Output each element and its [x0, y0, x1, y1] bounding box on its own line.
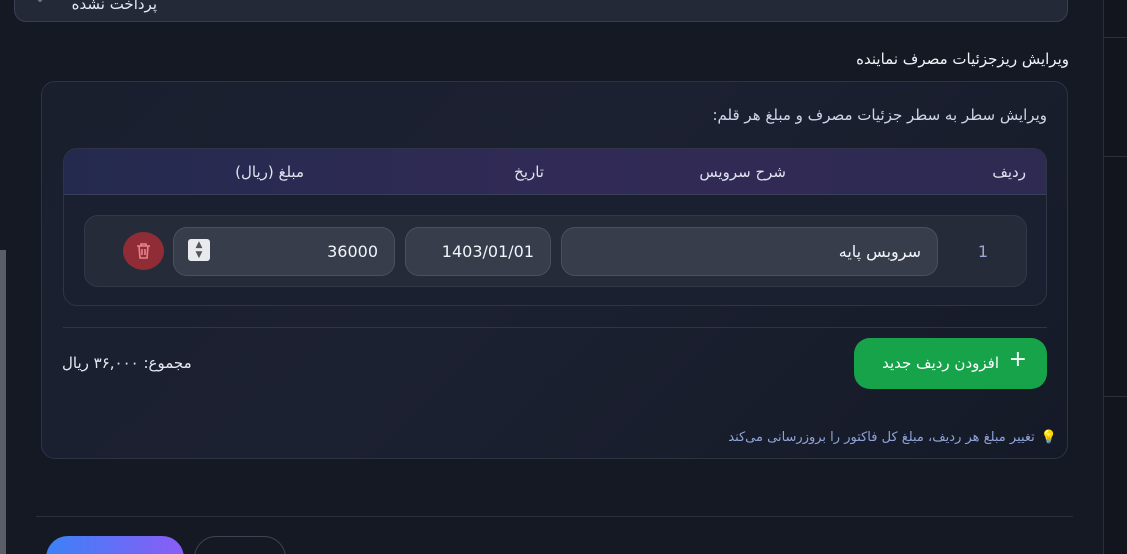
left-edge-strip [0, 250, 6, 554]
column-header-amount: مبلغ (ریال) [235, 163, 304, 181]
row-number: 1 [977, 242, 988, 261]
date-input[interactable] [405, 227, 551, 276]
right-divider [1103, 156, 1127, 157]
total-amount: مجموع: ۳۶,۰۰۰ ریال [62, 354, 192, 372]
section-title: ویرایش ریزجزئیات مصرف نماینده [856, 50, 1069, 68]
hint-label: تغییر مبلغ هر ردیف، مبلغ کل فاکتور را بر… [728, 430, 1035, 445]
status-select-value: پرداخت نشده [71, 0, 157, 13]
column-header-date: تاریخ [514, 163, 544, 181]
usage-details-panel: ویرایش سطر به سطر جزئیات مصرف و مبلغ هر … [41, 81, 1068, 459]
lightbulb-icon: 💡 [1040, 430, 1057, 445]
service-description-input[interactable] [561, 227, 938, 276]
table-row: 1 ▲▼ [84, 215, 1027, 287]
right-divider [1103, 396, 1127, 397]
status-select[interactable]: پرداخت نشده ⌄ [14, 0, 1068, 22]
footer-divider [36, 516, 1073, 517]
details-table: ردیف شرح سرویس تاریخ مبلغ (ریال) 1 ▲▼ [63, 148, 1047, 306]
cancel-button[interactable] [194, 536, 286, 554]
amount-stepper[interactable]: ▲ ▼ [188, 239, 210, 261]
column-header-row: ردیف [992, 163, 1026, 181]
add-row-button[interactable]: + افزودن ردیف جدید [854, 338, 1047, 389]
column-header-service: شرح سرویس [699, 163, 786, 181]
save-button[interactable] [46, 536, 184, 554]
hint-text: 💡 تغییر مبلغ هر ردیف، مبلغ کل فاکتور را ب… [728, 430, 1057, 445]
chevron-down-icon: ⌄ [35, 0, 45, 5]
right-side-panel [1103, 0, 1127, 554]
table-header: ردیف شرح سرویس تاریخ مبلغ (ریال) [64, 149, 1046, 195]
panel-description: ویرایش سطر به سطر جزئیات مصرف و مبلغ هر … [712, 106, 1047, 124]
trash-icon [137, 243, 150, 259]
add-row-label: افزودن ردیف جدید [882, 354, 999, 372]
amount-field-wrapper: ▲▼ [173, 227, 395, 276]
right-divider [1103, 37, 1127, 38]
plus-icon: + [1008, 347, 1027, 372]
delete-row-button[interactable] [123, 232, 164, 270]
panel-divider [63, 327, 1047, 328]
